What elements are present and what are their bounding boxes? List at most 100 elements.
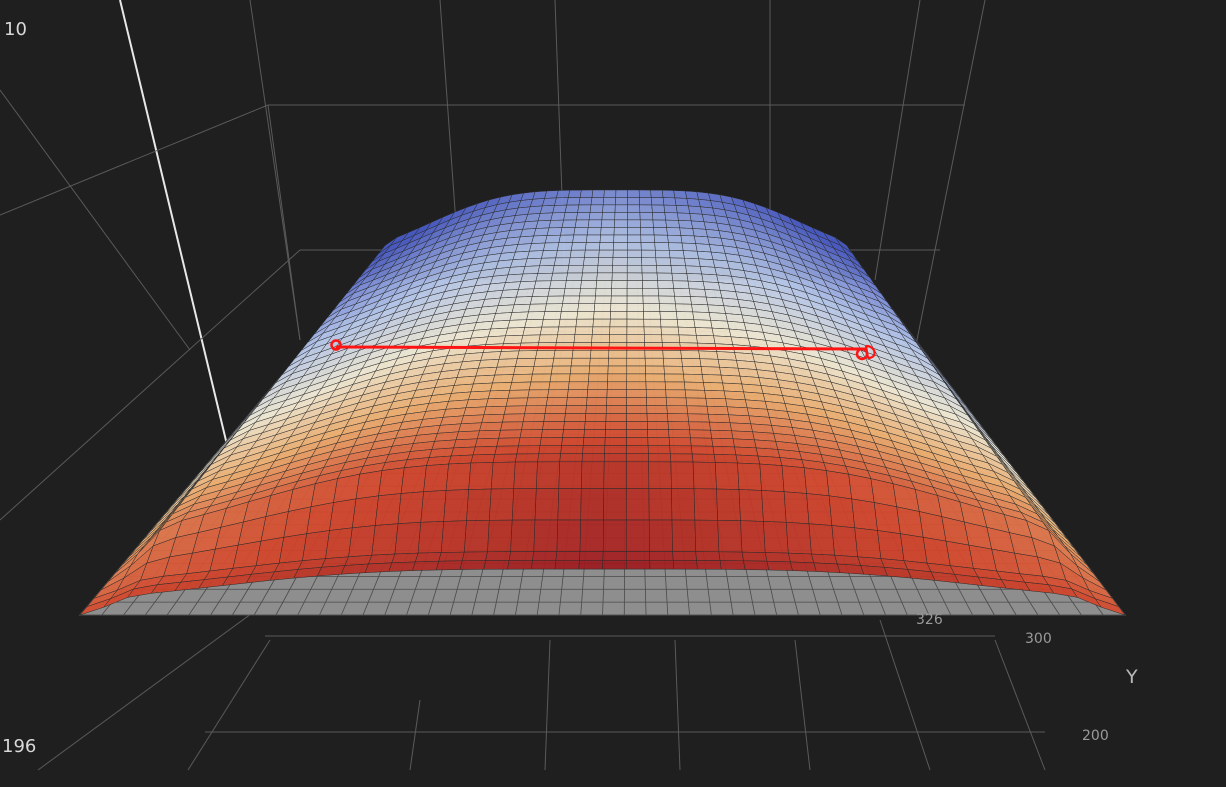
z-axis-tick-bottom: 196 <box>2 736 36 757</box>
surface-cell <box>851 498 878 531</box>
surface-cell <box>531 288 550 297</box>
surface-cell <box>511 303 531 313</box>
surface-cell <box>766 560 793 571</box>
surface-cell <box>705 296 725 306</box>
surface-cell <box>655 257 672 266</box>
surface-cell <box>680 235 697 244</box>
surface-cell <box>656 272 674 282</box>
surface-mesh[interactable] <box>79 189 1126 616</box>
surface-cell <box>665 389 687 399</box>
surface-cell <box>677 326 697 336</box>
surface-cell <box>468 390 491 401</box>
surface-cell <box>573 334 593 343</box>
surface-cell <box>607 357 628 367</box>
surface-cell <box>611 288 628 297</box>
surface-cell <box>682 366 703 375</box>
surface-cell <box>565 405 587 414</box>
surface-cell <box>496 437 521 447</box>
surface-cell <box>584 421 607 430</box>
surface-cell <box>708 312 728 322</box>
surface-cell <box>533 280 552 290</box>
surface-cell <box>626 389 647 398</box>
surface-cell <box>738 489 764 522</box>
surface-cell <box>574 219 590 228</box>
surface-cell <box>599 234 615 243</box>
surface-cell <box>719 560 746 570</box>
surface-cell <box>704 289 723 299</box>
surface-cell <box>696 335 716 344</box>
surface-cell <box>699 266 717 276</box>
profile-line[interactable] <box>335 345 867 351</box>
surface-cell <box>414 552 442 563</box>
surface-plot-viewport[interactable]: 10 196 326 300 200 Y <box>0 0 1226 787</box>
surface-cell <box>490 382 513 392</box>
surface-plot-3d[interactable]: 10 196 326 300 200 Y <box>0 0 1226 787</box>
surface-cell <box>535 350 556 359</box>
surface-cell <box>448 454 474 465</box>
surface-cell <box>692 311 712 321</box>
surface-cell <box>671 519 696 552</box>
surface-cell <box>664 212 679 221</box>
surface-cell <box>737 462 762 491</box>
surface-cell <box>563 212 578 221</box>
gridline <box>409 699 421 771</box>
surface-cell <box>577 204 592 213</box>
surface-cell <box>656 265 673 274</box>
surface-cell <box>678 220 694 229</box>
surface-cell <box>541 318 561 328</box>
surface-cell <box>701 273 719 283</box>
surface-cell <box>592 318 611 328</box>
surface-cell <box>612 265 628 274</box>
surface-cell <box>668 250 685 259</box>
surface-cell <box>639 204 653 213</box>
surface-cell <box>561 219 577 228</box>
surface-cell <box>641 249 657 259</box>
surface-cell <box>548 219 564 229</box>
surface-cell <box>690 437 714 447</box>
surface-cell <box>716 488 741 521</box>
surface-cell <box>568 381 589 390</box>
surface-cell <box>574 326 594 335</box>
surface-cell <box>698 258 716 268</box>
surface-cell <box>487 327 509 338</box>
surface-cell <box>532 365 553 375</box>
surface-cell <box>706 405 729 416</box>
surface-cell <box>468 462 494 490</box>
surface-cell <box>627 189 640 198</box>
surface-cell <box>712 445 737 456</box>
surface-cell <box>553 257 571 266</box>
surface-cell <box>490 461 516 490</box>
surface-cell <box>626 295 644 304</box>
surface-cell <box>659 311 678 320</box>
surface-cell <box>645 373 666 383</box>
surface-cell <box>649 560 675 570</box>
surface-cell <box>503 335 524 344</box>
surface-cell <box>648 461 672 489</box>
surface-cell <box>785 522 812 555</box>
surface-cell <box>508 551 535 561</box>
surface-cell <box>626 421 648 430</box>
surface-cell <box>657 288 675 297</box>
surface-cell <box>440 520 467 553</box>
surface-cell <box>663 365 684 375</box>
surface-cell <box>487 390 511 400</box>
surface-cell <box>543 242 560 251</box>
surface-cell <box>662 350 682 359</box>
surface-cell <box>610 311 628 320</box>
surface-cell <box>626 288 644 297</box>
surface-cell <box>417 521 444 554</box>
surface-cell <box>626 326 645 335</box>
surface-cell <box>710 320 730 330</box>
surface-cell <box>606 381 627 390</box>
surface-cell <box>645 365 665 375</box>
surface-cell <box>719 366 741 377</box>
surface-cell <box>611 272 628 281</box>
surface-cell <box>524 257 542 267</box>
surface-cell <box>579 288 597 297</box>
surface-cell <box>722 382 744 393</box>
surface-cell <box>586 389 608 398</box>
surface-cell <box>524 319 544 328</box>
surface-cell <box>626 461 650 489</box>
surface-cell <box>568 373 590 383</box>
surface-cell <box>581 461 605 489</box>
